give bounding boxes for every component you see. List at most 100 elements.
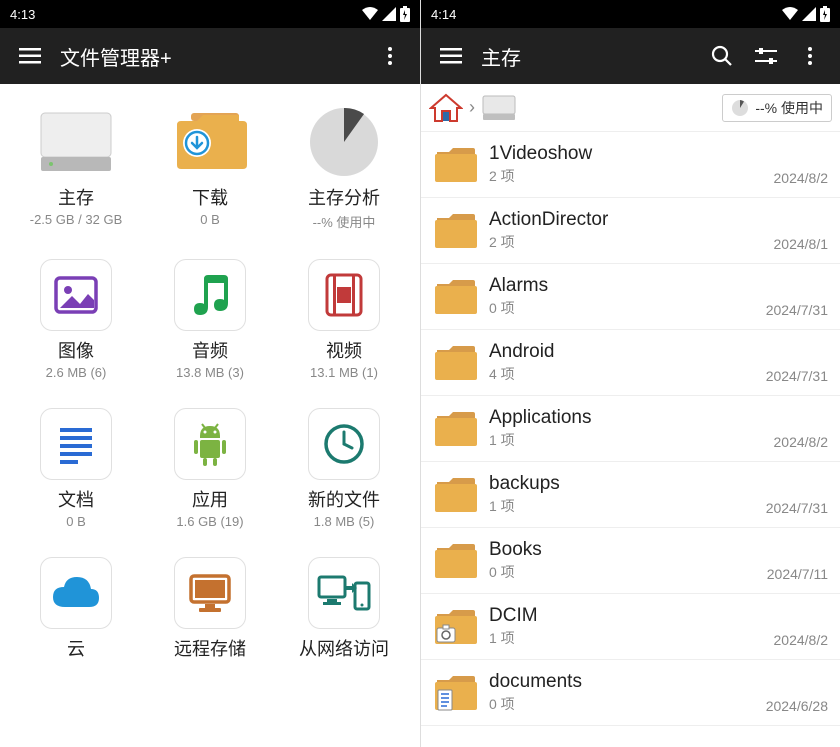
folder-icon	[431, 669, 479, 717]
menu-button[interactable]	[8, 34, 52, 78]
file-date: 2024/8/2	[774, 632, 829, 648]
file-date: 2024/7/31	[766, 500, 828, 516]
grid-item-pie[interactable]: 主存分析 --% 使用中	[282, 102, 406, 231]
grid-item-sub: --% 使用中	[313, 212, 376, 231]
apk-icon-box	[165, 404, 255, 484]
grid-item-label: 音频	[192, 337, 228, 363]
file-row[interactable]: 1Videoshow 2 项 2024/8/2	[421, 132, 840, 198]
grid-item-label: 文档	[58, 486, 94, 512]
file-name: DCIM	[489, 605, 828, 627]
folder-icon	[431, 339, 479, 387]
status-bar: 4:14	[421, 0, 840, 28]
signal-icon	[382, 7, 396, 21]
image-icon	[40, 259, 112, 331]
settings-button[interactable]	[744, 34, 788, 78]
grid-item-monitor[interactable]: 远程存储	[148, 553, 272, 661]
file-row[interactable]: documents 0 项 2024/6/28	[421, 660, 840, 726]
file-date: 2024/8/2	[774, 170, 829, 186]
status-icons	[362, 6, 410, 22]
grid-item-sub: 0 B	[66, 514, 86, 529]
music-icon-box	[165, 255, 255, 335]
grid-item-label: 图像	[58, 337, 94, 363]
file-count: 1 项	[489, 496, 766, 516]
grid-item-sub: 1.8 MB (5)	[314, 514, 375, 529]
video-icon	[308, 259, 380, 331]
grid-item-label: 新的文件	[308, 486, 380, 512]
image-icon-box	[31, 255, 121, 335]
grid-item-clock[interactable]: 新的文件 1.8 MB (5)	[282, 404, 406, 529]
file-name: Alarms	[489, 275, 828, 297]
file-name: 1Videoshow	[489, 143, 828, 165]
breadcrumb-drive[interactable]	[481, 94, 517, 122]
status-time: 4:14	[431, 7, 782, 22]
hamburger-icon	[19, 48, 41, 64]
grid-item-cloud[interactable]: 云	[14, 553, 138, 661]
hamburger-icon	[440, 48, 462, 64]
file-count: 4 项	[489, 364, 766, 384]
drive-icon	[481, 94, 517, 122]
screen-home: 4:13 文件管理器+ 主存 -2.5 GB / 32 GB 下载 0 B 主存…	[0, 0, 420, 747]
file-date: 2024/6/28	[766, 698, 828, 714]
grid-item-sub: 13.8 MB (3)	[176, 365, 244, 380]
clock-icon-box	[299, 404, 389, 484]
video-icon-box	[299, 255, 389, 335]
doc-icon	[40, 408, 112, 480]
sliders-icon	[755, 46, 777, 66]
grid-item-sub: 1.6 GB (19)	[176, 514, 243, 529]
overflow-button[interactable]	[788, 34, 832, 78]
overflow-button[interactable]	[368, 34, 412, 78]
doc-icon-box	[31, 404, 121, 484]
search-button[interactable]	[700, 34, 744, 78]
screen-browser: 4:14 主存 › --% 使用中	[420, 0, 840, 747]
grid-item-label: 视频	[326, 337, 362, 363]
file-row[interactable]: Books 0 项 2024/7/11	[421, 528, 840, 594]
download-icon-box	[165, 102, 255, 182]
grid-item-image[interactable]: 图像 2.6 MB (6)	[14, 255, 138, 380]
chevron-right-icon: ›	[469, 97, 475, 118]
pie-icon	[731, 99, 749, 117]
usage-label: --% 使用中	[755, 98, 823, 118]
grid-item-video[interactable]: 视频 13.1 MB (1)	[282, 255, 406, 380]
file-row[interactable]: DCIM 1 项 2024/8/2	[421, 594, 840, 660]
file-count: 2 项	[489, 166, 774, 186]
grid-item-drive[interactable]: 主存 -2.5 GB / 32 GB	[14, 102, 138, 231]
transfer-icon	[308, 557, 380, 629]
grid-item-music[interactable]: 音频 13.8 MB (3)	[148, 255, 272, 380]
grid-item-transfer[interactable]: 从网络访问	[282, 553, 406, 661]
file-row[interactable]: Android 4 项 2024/7/31	[421, 330, 840, 396]
usage-chip[interactable]: --% 使用中	[722, 94, 832, 122]
menu-button[interactable]	[429, 34, 473, 78]
file-count: 0 项	[489, 298, 766, 318]
file-row[interactable]: ActionDirector 2 项 2024/8/1	[421, 198, 840, 264]
grid-item-sub: 0 B	[200, 212, 220, 227]
file-name: documents	[489, 671, 828, 693]
file-date: 2024/8/1	[774, 236, 829, 252]
file-row[interactable]: Alarms 0 项 2024/7/31	[421, 264, 840, 330]
status-icons	[782, 6, 830, 22]
file-count: 1 项	[489, 430, 774, 450]
file-date: 2024/8/2	[774, 434, 829, 450]
file-date: 2024/7/31	[766, 302, 828, 318]
file-row[interactable]: Applications 1 项 2024/8/2	[421, 396, 840, 462]
file-count: 2 项	[489, 232, 774, 252]
battery-icon	[820, 6, 830, 22]
grid-item-label: 主存	[58, 184, 94, 210]
grid-item-apk[interactable]: 应用 1.6 GB (19)	[148, 404, 272, 529]
signal-icon	[802, 7, 816, 21]
grid-item-doc[interactable]: 文档 0 B	[14, 404, 138, 529]
file-name: Applications	[489, 407, 828, 429]
grid-item-download[interactable]: 下载 0 B	[148, 102, 272, 231]
grid-item-label: 远程存储	[174, 635, 246, 661]
grid-item-label: 下载	[192, 184, 228, 210]
folder-icon	[431, 273, 479, 321]
app-bar: 主存	[421, 28, 840, 84]
file-count: 0 项	[489, 694, 766, 714]
grid-item-sub: 13.1 MB (1)	[310, 365, 378, 380]
status-time: 4:13	[10, 7, 362, 22]
breadcrumb-home[interactable]	[429, 93, 463, 123]
file-row[interactable]: backups 1 项 2024/7/31	[421, 462, 840, 528]
clock-icon	[308, 408, 380, 480]
file-count: 1 项	[489, 628, 774, 648]
home-grid: 主存 -2.5 GB / 32 GB 下载 0 B 主存分析 --% 使用中 图…	[0, 84, 420, 747]
status-bar: 4:13	[0, 0, 420, 28]
